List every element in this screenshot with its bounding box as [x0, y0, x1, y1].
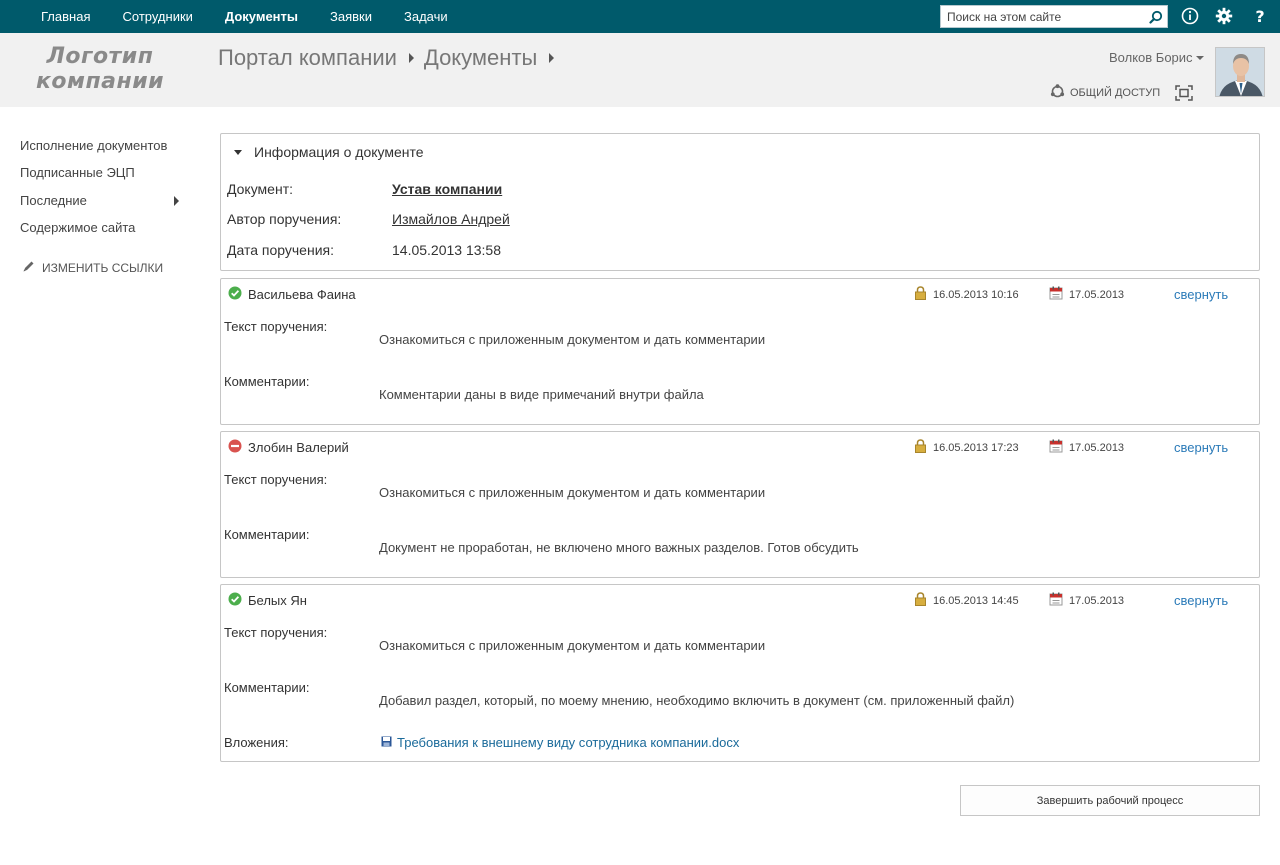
check-icon	[228, 592, 242, 609]
top-nav: Главная Сотрудники Документы Заявки Зада…	[25, 0, 464, 33]
document-link[interactable]: Устав компании	[392, 181, 502, 197]
nav-tasks[interactable]: Задачи	[388, 9, 464, 24]
comment-label: Комментарии:	[224, 680, 310, 695]
task-card: Белых Ян 16.05.2013 14:45 17.05.2013 све…	[220, 584, 1260, 762]
calendar-icon	[1049, 439, 1063, 456]
task-completed: 16.05.2013 14:45	[914, 592, 1019, 609]
chevron-right-icon[interactable]	[174, 195, 179, 206]
breadcrumb-separator-icon	[549, 53, 555, 63]
reject-icon	[228, 439, 242, 456]
task-text: Ознакомиться с приложенным документом и …	[379, 485, 766, 500]
comment-label: Комментарии:	[224, 527, 310, 542]
edit-links-button[interactable]: ИЗМЕНИТЬ ССЫЛКИ	[22, 260, 163, 276]
edit-links-label: ИЗМЕНИТЬ ССЫЛКИ	[42, 261, 164, 275]
breadcrumb-portal[interactable]: Портал компании	[218, 45, 397, 71]
expand-triangle-icon	[234, 149, 242, 155]
help-icon[interactable]: ?	[1250, 6, 1270, 26]
check-icon	[228, 286, 242, 303]
task-due: 17.05.2013	[1049, 286, 1124, 303]
svg-text:?: ?	[1255, 7, 1264, 25]
focus-mode-icon[interactable]	[1175, 85, 1193, 101]
task-text-label: Текст поручения:	[224, 625, 328, 640]
share-button[interactable]: ОБЩИЙ ДОСТУП	[1050, 84, 1160, 102]
pencil-icon	[22, 260, 35, 276]
chevron-down-icon	[1195, 55, 1204, 60]
nav-requests[interactable]: Заявки	[314, 9, 388, 24]
collapse-link[interactable]: свернуть	[1174, 287, 1228, 302]
task-completed: 16.05.2013 17:23	[914, 439, 1019, 456]
date-label: Дата поручения:	[227, 242, 334, 258]
lock-icon	[914, 286, 927, 303]
nav-documents[interactable]: Документы	[209, 9, 314, 24]
comment-text: Комментарии даны в виде примечаний внутр…	[379, 387, 704, 402]
lock-icon	[914, 439, 927, 456]
search-input[interactable]	[941, 6, 1145, 27]
date-value: 14.05.2013 13:58	[392, 242, 501, 258]
info-icon[interactable]	[1180, 6, 1200, 26]
task-completed: 16.05.2013 10:16	[914, 286, 1019, 303]
file-icon	[381, 735, 392, 750]
collapse-link[interactable]: свернуть	[1174, 593, 1228, 608]
task-assignee: Белых Ян	[228, 592, 307, 609]
finish-workflow-button[interactable]: Завершить рабочий процесс	[960, 785, 1260, 816]
sidebar-item-signed[interactable]: Подписанные ЭЦП	[20, 163, 190, 190]
document-label: Документ:	[227, 181, 293, 197]
calendar-icon	[1049, 286, 1063, 303]
collapse-link[interactable]: свернуть	[1174, 440, 1228, 455]
breadcrumb: Портал компании Документы	[218, 45, 564, 71]
share-icon	[1050, 84, 1065, 102]
task-assignee: Васильева Фаина	[228, 286, 356, 303]
task-card: Васильева Фаина 16.05.2013 10:16 17.05.2…	[220, 278, 1260, 425]
user-name: Волков Борис	[1109, 50, 1193, 65]
task-card: Злобин Валерий 16.05.2013 17:23 17.05.20…	[220, 431, 1260, 578]
site-header: Логотип компании Портал компании Докумен…	[0, 33, 1280, 107]
nav-home[interactable]: Главная	[25, 9, 106, 24]
task-assignee: Злобин Валерий	[228, 439, 349, 456]
lock-icon	[914, 592, 927, 609]
attachments-label: Вложения:	[224, 735, 289, 750]
search-icon[interactable]	[1145, 6, 1167, 27]
document-info-toggle[interactable]: Информация о документе	[234, 144, 424, 160]
sidebar-item-site-contents[interactable]: Содержимое сайта	[20, 218, 190, 245]
gear-icon[interactable]	[1214, 6, 1234, 26]
task-text: Ознакомиться с приложенным документом и …	[379, 638, 766, 653]
document-info-title: Информация о документе	[254, 144, 424, 160]
breadcrumb-documents[interactable]: Документы	[424, 45, 537, 71]
user-menu[interactable]: Волков Борис	[1109, 50, 1204, 65]
sidebar-item-recent[interactable]: Последние	[20, 191, 190, 218]
company-logo[interactable]: Логотип компании	[30, 44, 170, 94]
share-label: ОБЩИЙ ДОСТУП	[1070, 87, 1161, 99]
avatar[interactable]	[1215, 47, 1265, 97]
calendar-icon	[1049, 592, 1063, 609]
task-due: 17.05.2013	[1049, 439, 1124, 456]
author-label: Автор поручения:	[227, 211, 342, 227]
breadcrumb-separator-icon	[408, 53, 414, 63]
sidebar-item-documents-execution[interactable]: Исполнение документов	[20, 136, 190, 163]
author-link[interactable]: Измайлов Андрей	[392, 211, 510, 227]
comment-text: Добавил раздел, который, по моему мнению…	[379, 693, 1015, 708]
task-text: Ознакомиться с приложенным документом и …	[379, 332, 766, 347]
task-text-label: Текст поручения:	[224, 472, 328, 487]
comment-label: Комментарии:	[224, 374, 310, 389]
document-info-panel: Информация о документе Документ: Устав к…	[220, 133, 1260, 271]
search-box	[940, 5, 1168, 28]
top-bar: Главная Сотрудники Документы Заявки Зада…	[0, 0, 1280, 33]
quick-launch: Исполнение документов Подписанные ЭЦП По…	[20, 136, 190, 245]
attachment-link[interactable]: Требования к внешнему виду сотрудника ко…	[381, 735, 739, 750]
nav-employees[interactable]: Сотрудники	[106, 9, 208, 24]
task-text-label: Текст поручения:	[224, 319, 328, 334]
comment-text: Документ не проработан, не включено мног…	[379, 540, 859, 555]
task-due: 17.05.2013	[1049, 592, 1124, 609]
